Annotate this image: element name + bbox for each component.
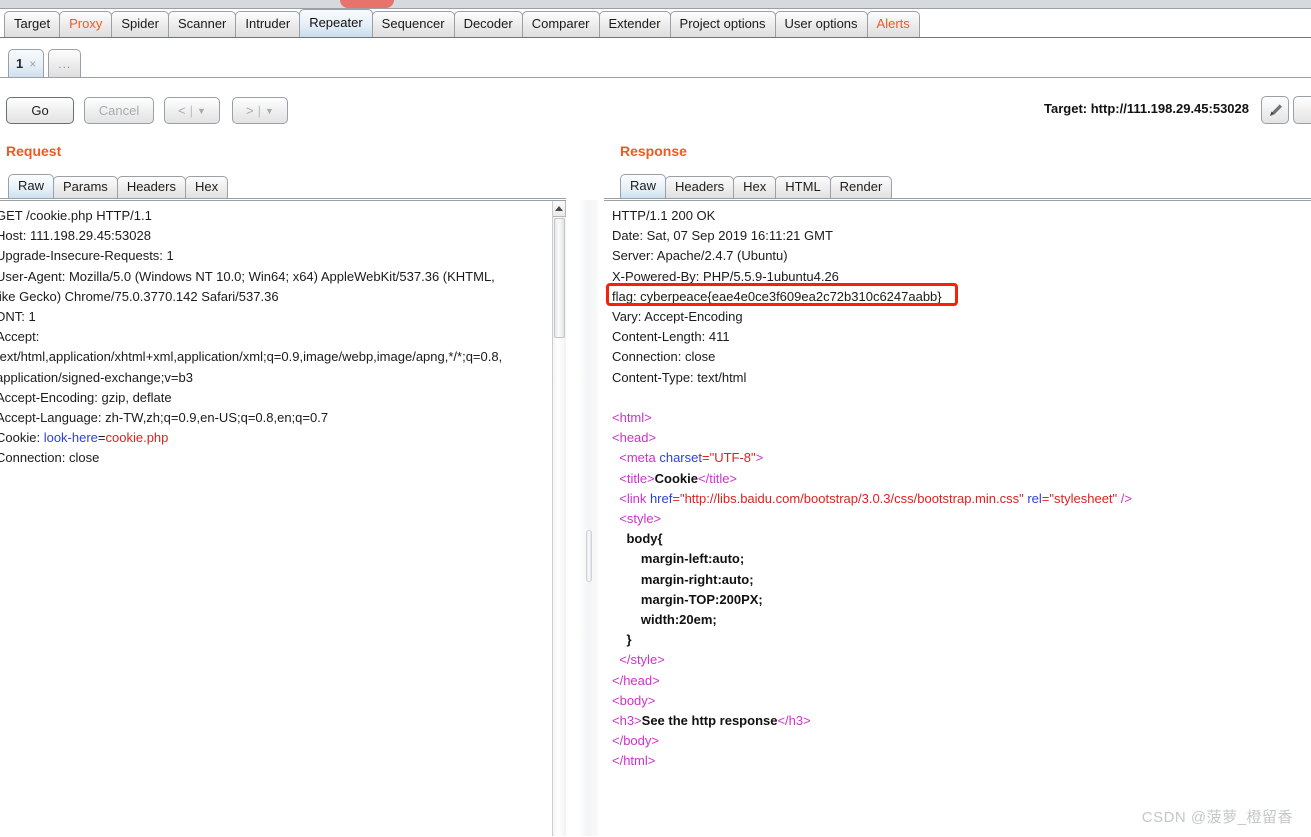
previous-request-button[interactable]: < | ▼ [164, 97, 220, 124]
main-tab-alerts[interactable]: Alerts [866, 11, 920, 37]
request-tab-raw[interactable]: Raw [8, 174, 55, 198]
response-tabs-underline [604, 198, 1311, 199]
response-tab-raw[interactable]: Raw [620, 174, 667, 198]
response-tab-headers[interactable]: Headers [665, 176, 735, 198]
main-tab-user-options[interactable]: User options [774, 11, 868, 37]
response-tab-render[interactable]: Render [829, 176, 893, 198]
main-tab-proxy[interactable]: Proxy [59, 11, 113, 37]
main-tab-spider[interactable]: Spider [111, 11, 169, 37]
request-scrollbar[interactable] [552, 201, 566, 837]
burp-suite-window: Target Proxy Spider Scanner Intruder Repeater… [0, 0, 1311, 837]
response-tab-html[interactable]: HTML [775, 176, 831, 198]
main-tab-intruder[interactable]: Intruder [235, 11, 301, 37]
close-icon[interactable]: × [29, 57, 36, 71]
go-button[interactable]: Go [6, 97, 74, 124]
edit-target-button[interactable] [1261, 96, 1289, 124]
target-extra-button[interactable] [1293, 96, 1311, 124]
main-tab-comparer[interactable]: Comparer [521, 11, 600, 37]
panel-splitter[interactable] [580, 200, 598, 837]
chevron-left-icon: < [178, 103, 186, 118]
target-url-label: Target: http://111.198.29.45:53028 [1044, 101, 1249, 116]
next-request-button[interactable]: > | ▼ [232, 97, 288, 124]
window-chrome-strip [0, 0, 1311, 9]
main-tab-target[interactable]: Target [4, 11, 61, 37]
button-separator: | [189, 103, 194, 118]
request-panel-title: Request [6, 143, 62, 159]
main-tab-scanner[interactable]: Scanner [167, 11, 237, 37]
pencil-icon [1269, 103, 1282, 116]
request-tab-hex[interactable]: Hex [184, 176, 229, 198]
response-raw-text: HTTP/1.1 200 OK Date: Sat, 07 Sep 2019 1… [612, 208, 1132, 769]
request-tab-params[interactable]: Params [53, 176, 118, 198]
splitter-grip[interactable] [586, 530, 592, 582]
button-separator: | [257, 103, 262, 118]
cancel-button[interactable]: Cancel [84, 97, 154, 124]
chevron-down-icon: ▼ [197, 105, 206, 116]
main-tab-bar: Target Proxy Spider Scanner Intruder Repeater… [0, 9, 1311, 38]
response-view-tabs: Raw Headers Hex HTML Render [620, 174, 893, 198]
chevron-right-icon: > [246, 103, 254, 118]
repeater-tab-row: 1 × ... [0, 38, 1311, 78]
main-tab-project-options[interactable]: Project options [669, 11, 776, 37]
main-tab-extender[interactable]: Extender [598, 11, 671, 37]
scroll-up-icon[interactable] [553, 201, 566, 217]
new-repeater-tab-button[interactable]: ... [48, 49, 82, 77]
main-tab-repeater[interactable]: Repeater [299, 9, 373, 37]
repeater-toolbar: Go Cancel < | ▼ > | ▼ Target: http://111… [0, 79, 1311, 133]
request-tab-headers[interactable]: Headers [116, 176, 186, 198]
scrollbar-thumb[interactable] [554, 218, 565, 338]
main-tab-decoder[interactable]: Decoder [453, 11, 523, 37]
request-raw-text: GET /cookie.php HTTP/1.1 Host: 111.198.2… [0, 208, 503, 466]
csdn-watermark: CSDN @菠萝_橙留香 [1141, 809, 1293, 826]
response-editor[interactable]: HTTP/1.1 200 OK Date: Sat, 07 Sep 2019 1… [604, 200, 1311, 837]
repeater-sub-tab-1[interactable]: 1 × [8, 49, 45, 77]
response-tab-hex[interactable]: Hex [733, 176, 777, 198]
request-editor[interactable]: GET /cookie.php HTTP/1.1 Host: 111.198.2… [0, 200, 566, 837]
request-view-tabs: Raw Params Headers Hex [8, 174, 229, 198]
window-control-pill[interactable] [340, 0, 394, 8]
chevron-down-icon: ▼ [265, 105, 274, 116]
response-panel-title: Response [620, 143, 687, 159]
repeater-sub-tab-label: 1 [16, 56, 24, 71]
main-tab-sequencer[interactable]: Sequencer [371, 11, 455, 37]
request-tabs-underline [0, 198, 566, 199]
